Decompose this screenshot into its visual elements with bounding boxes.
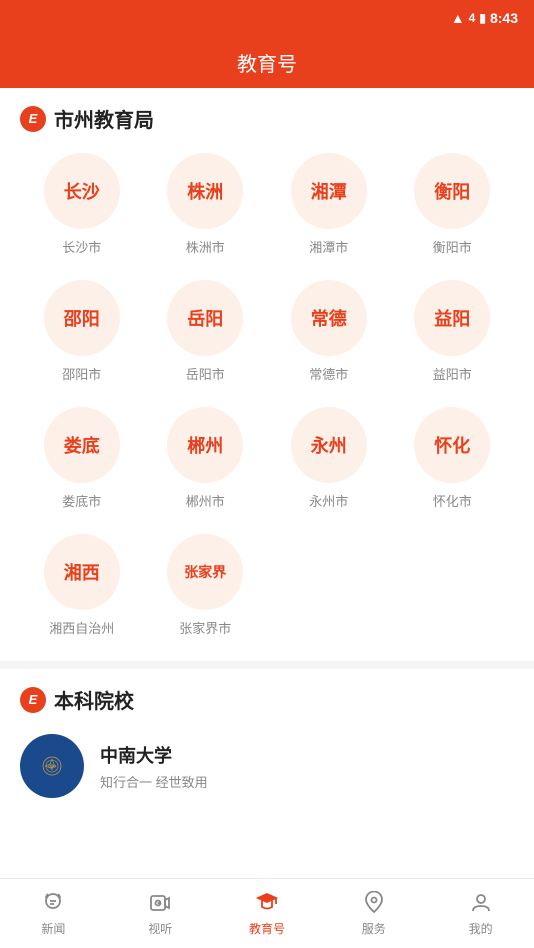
city-circle-loudi: 娄底 — [44, 407, 120, 483]
city-item-xiangxi[interactable]: 湘西 湘西自治州 — [20, 534, 144, 653]
city-circle-changsha: 长沙 — [44, 153, 120, 229]
nav-item-video[interactable]: 视听 — [107, 890, 214, 937]
city-item-shaoyang[interactable]: 邵阳 邵阳市 — [20, 280, 144, 399]
university-name-csu: 中南大学 — [100, 742, 208, 768]
municipal-section: E 市州教育局 长沙 长沙市 株洲 株洲市 湘潭 湘潭市 — [0, 88, 534, 661]
battery-icon: ▮ — [479, 11, 486, 25]
city-item-yiyang[interactable]: 益阳 益阳市 — [391, 280, 515, 399]
city-item-chenzhou[interactable]: 郴州 郴州市 — [144, 407, 268, 526]
city-item-xiangtan[interactable]: 湘潭 湘潭市 — [267, 153, 391, 272]
municipal-section-icon: E — [20, 106, 46, 132]
city-item-hengyang[interactable]: 衡阳 衡阳市 — [391, 153, 515, 272]
bottom-navigation: 新闻 视听 教育号 服务 — [0, 878, 534, 948]
city-item-zhuzhou[interactable]: 株洲 株洲市 — [144, 153, 268, 272]
city-circle-yiyang: 益阳 — [414, 280, 490, 356]
university-section: E 本科院校 CSU 中南大学 知行合一 经世致用 — [0, 669, 534, 814]
city-circle-hengyang: 衡阳 — [414, 153, 490, 229]
nav-label-service: 服务 — [362, 920, 386, 937]
city-item-yongzhou[interactable]: 永州 永州市 — [267, 407, 391, 526]
city-circle-zhangjiajie: 张家界 — [167, 534, 243, 610]
city-circle-shaoyang: 邵阳 — [44, 280, 120, 356]
app-header: 教育号 — [0, 36, 534, 88]
wifi-icon: 4 — [469, 11, 476, 25]
signal-icon: ▲ — [451, 10, 465, 26]
city-item-zhangjiajie[interactable]: 张家界 张家界市 — [144, 534, 268, 653]
video-icon — [147, 890, 173, 916]
status-icons: ▲ 4 ▮ 8:43 — [451, 10, 518, 26]
municipal-section-title: 市州教育局 — [54, 104, 154, 133]
svg-text:CSU: CSU — [48, 765, 56, 769]
city-item-huaihua[interactable]: 怀化 怀化市 — [391, 407, 515, 526]
university-section-title: 本科院校 — [54, 685, 134, 714]
nav-label-video: 视听 — [148, 920, 172, 937]
page-title: 教育号 — [237, 48, 297, 77]
city-grid: 长沙 长沙市 株洲 株洲市 湘潭 湘潭市 衡阳 衡阳市 — [20, 153, 514, 653]
nav-label-education: 教育号 — [249, 920, 285, 937]
section-divider — [0, 661, 534, 669]
university-section-header: E 本科院校 — [20, 685, 514, 714]
service-icon — [361, 890, 387, 916]
city-circle-xiangtan: 湘潭 — [291, 153, 367, 229]
time-display: 8:43 — [490, 10, 518, 26]
nav-label-news: 新闻 — [41, 920, 65, 937]
city-item-changsha[interactable]: 长沙 长沙市 — [20, 153, 144, 272]
mine-icon — [468, 890, 494, 916]
city-circle-chenzhou: 郴州 — [167, 407, 243, 483]
university-info-csu: 中南大学 知行合一 经世致用 — [100, 742, 208, 791]
nav-item-service[interactable]: 服务 — [320, 890, 427, 937]
status-bar: ▲ 4 ▮ 8:43 — [0, 0, 534, 36]
university-motto-csu: 知行合一 经世致用 — [100, 772, 208, 791]
news-icon — [40, 890, 66, 916]
city-circle-yueyang: 岳阳 — [167, 280, 243, 356]
csu-logo-svg: CSU — [40, 754, 64, 778]
city-item-yueyang[interactable]: 岳阳 岳阳市 — [144, 280, 268, 399]
university-item-csu[interactable]: CSU 中南大学 知行合一 经世致用 — [20, 734, 514, 798]
city-circle-zhuzhou: 株洲 — [167, 153, 243, 229]
education-icon — [254, 890, 280, 916]
university-logo-csu: CSU — [20, 734, 84, 798]
city-circle-xiangxi: 湘西 — [44, 534, 120, 610]
city-item-loudi[interactable]: 娄底 娄底市 — [20, 407, 144, 526]
university-section-icon: E — [20, 687, 46, 713]
nav-item-education[interactable]: 教育号 — [214, 890, 321, 937]
main-content: E 市州教育局 长沙 长沙市 株洲 株洲市 湘潭 湘潭市 — [0, 88, 534, 878]
nav-item-mine[interactable]: 我的 — [427, 890, 534, 937]
city-item-changde[interactable]: 常德 常德市 — [267, 280, 391, 399]
city-circle-huaihua: 怀化 — [414, 407, 490, 483]
city-circle-yongzhou: 永州 — [291, 407, 367, 483]
municipal-section-header: E 市州教育局 — [20, 104, 514, 133]
nav-item-news[interactable]: 新闻 — [0, 890, 107, 937]
city-circle-changde: 常德 — [291, 280, 367, 356]
nav-label-mine: 我的 — [469, 920, 493, 937]
